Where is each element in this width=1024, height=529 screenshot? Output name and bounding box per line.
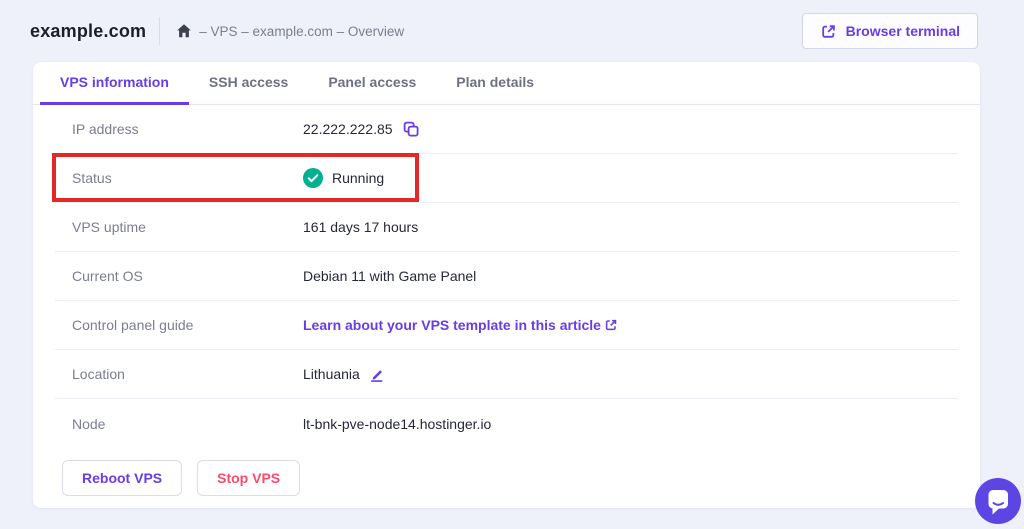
home-icon[interactable] — [176, 23, 192, 39]
stop-vps-button[interactable]: Stop VPS — [197, 460, 300, 496]
node-row: Node lt-bnk-pve-node14.hostinger.io — [55, 399, 958, 448]
location-value: Lithuania — [303, 366, 360, 382]
tab-panel-access[interactable]: Panel access — [308, 62, 436, 105]
external-link-icon — [604, 318, 618, 332]
row-label: VPS uptime — [72, 219, 303, 235]
node-value: lt-bnk-pve-node14.hostinger.io — [303, 416, 491, 432]
vps-actions: Reboot VPS Stop VPS — [33, 448, 980, 496]
current-os-row: Current OS Debian 11 with Game Panel — [55, 252, 958, 301]
check-circle-icon — [303, 168, 323, 188]
current-os-value: Debian 11 with Game Panel — [303, 268, 476, 284]
tab-vps-information[interactable]: VPS information — [40, 62, 189, 105]
uptime-row: VPS uptime 161 days 17 hours — [55, 203, 958, 252]
row-label: Status — [72, 170, 303, 186]
guide-link-label: Learn about your VPS template in this ar… — [303, 317, 601, 333]
ip-address-row: IP address 22.222.222.85 — [55, 105, 958, 154]
edit-location-icon[interactable] — [369, 366, 386, 383]
breadcrumb[interactable]: – VPS – example.com – Overview — [199, 24, 404, 39]
status-row: Status Running — [55, 154, 958, 203]
tab-label: VPS information — [60, 74, 169, 90]
tab-ssh-access[interactable]: SSH access — [189, 62, 308, 105]
reboot-vps-button[interactable]: Reboot VPS — [62, 460, 182, 496]
row-label: Current OS — [72, 268, 303, 284]
chat-icon — [975, 478, 1021, 524]
uptime-value: 161 days 17 hours — [303, 219, 418, 235]
tab-label: Panel access — [328, 74, 416, 90]
browser-terminal-button[interactable]: Browser terminal — [802, 13, 978, 49]
location-row: Location Lithuania — [55, 350, 958, 399]
external-link-icon — [820, 23, 837, 40]
copy-ip-icon[interactable] — [402, 120, 420, 138]
chat-widget-button[interactable] — [975, 478, 1021, 524]
row-label: IP address — [72, 121, 303, 137]
vps-overview-card: VPS information SSH access Panel access … — [33, 62, 980, 508]
ip-address-value: 22.222.222.85 — [303, 121, 393, 137]
tab-plan-details[interactable]: Plan details — [436, 62, 554, 105]
status-value: Running — [332, 170, 384, 186]
row-label: Location — [72, 366, 303, 382]
page-title: example.com — [30, 21, 146, 42]
row-label: Control panel guide — [72, 317, 303, 333]
page-header: example.com – VPS – example.com – Overvi… — [0, 0, 1024, 62]
tabbar: VPS information SSH access Panel access … — [33, 62, 980, 105]
tab-label: Plan details — [456, 74, 534, 90]
control-panel-guide-row: Control panel guide Learn about your VPS… — [55, 301, 958, 350]
header-divider — [159, 17, 160, 45]
row-label: Node — [72, 416, 303, 432]
tab-label: SSH access — [209, 74, 288, 90]
vps-template-article-link[interactable]: Learn about your VPS template in this ar… — [303, 317, 618, 333]
browser-terminal-label: Browser terminal — [846, 23, 960, 39]
